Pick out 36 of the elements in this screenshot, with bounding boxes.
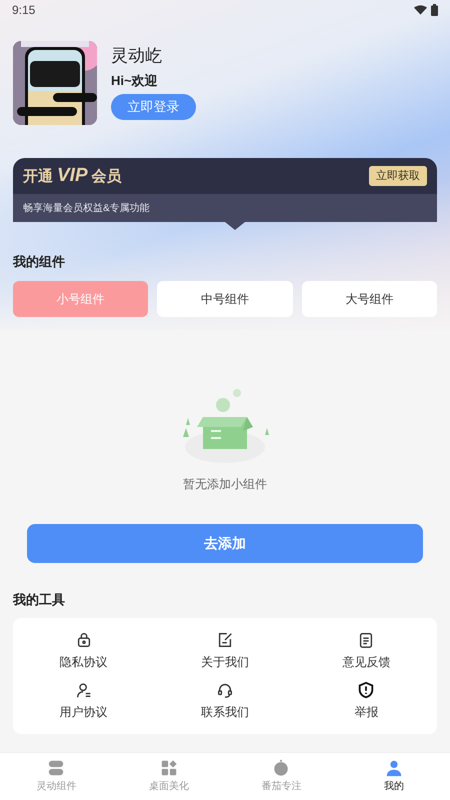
vip-subtitle: 畅享海量会员权益&专属功能	[23, 202, 150, 216]
status-time: 9:15	[12, 2, 36, 19]
greeting: Hi~欢迎	[111, 72, 158, 90]
tool-item[interactable]: 举报	[296, 676, 437, 726]
tool-label: 举报	[354, 704, 378, 721]
user-icon	[74, 681, 93, 699]
size-tab[interactable]: 中号组件	[157, 280, 293, 316]
tool-label: 隐私协议	[60, 654, 108, 671]
person-icon	[384, 759, 403, 777]
vip-title: 会员	[92, 166, 122, 187]
size-tab[interactable]: 大号组件	[302, 280, 437, 316]
tool-item[interactable]: 关于我们	[154, 626, 296, 676]
alert-icon	[357, 681, 376, 699]
empty-text: 暂无添加小组件	[183, 476, 267, 492]
tool-label: 用户协议	[60, 704, 108, 721]
vip-logo: VIP	[57, 164, 88, 188]
tool-item[interactable]: 用户协议	[13, 676, 154, 726]
tool-label: 联系我们	[200, 704, 249, 721]
tool-label: 意见反馈	[342, 654, 390, 671]
tool-item[interactable]: 联系我们	[154, 676, 296, 726]
section-title: 我的工具	[13, 590, 66, 608]
pointer-icon	[225, 222, 245, 230]
toggle-icon	[47, 759, 66, 777]
tool-item[interactable]: 意见反馈	[296, 626, 437, 676]
battery-icon	[431, 4, 438, 16]
app-name: 灵动屹	[111, 45, 162, 67]
section-title: 我的组件	[13, 253, 66, 271]
tool-item[interactable]: 隐私协议	[13, 626, 154, 676]
get-vip-button[interactable]: 立即获取	[369, 166, 427, 186]
grid-icon	[160, 759, 178, 777]
tool-label: 关于我们	[200, 654, 249, 671]
headset-icon	[216, 681, 234, 699]
nav-tab[interactable]: 我的	[338, 753, 450, 800]
tomato-icon	[272, 759, 290, 777]
wifi-icon	[414, 5, 427, 15]
vip-title: 开通	[23, 166, 53, 187]
